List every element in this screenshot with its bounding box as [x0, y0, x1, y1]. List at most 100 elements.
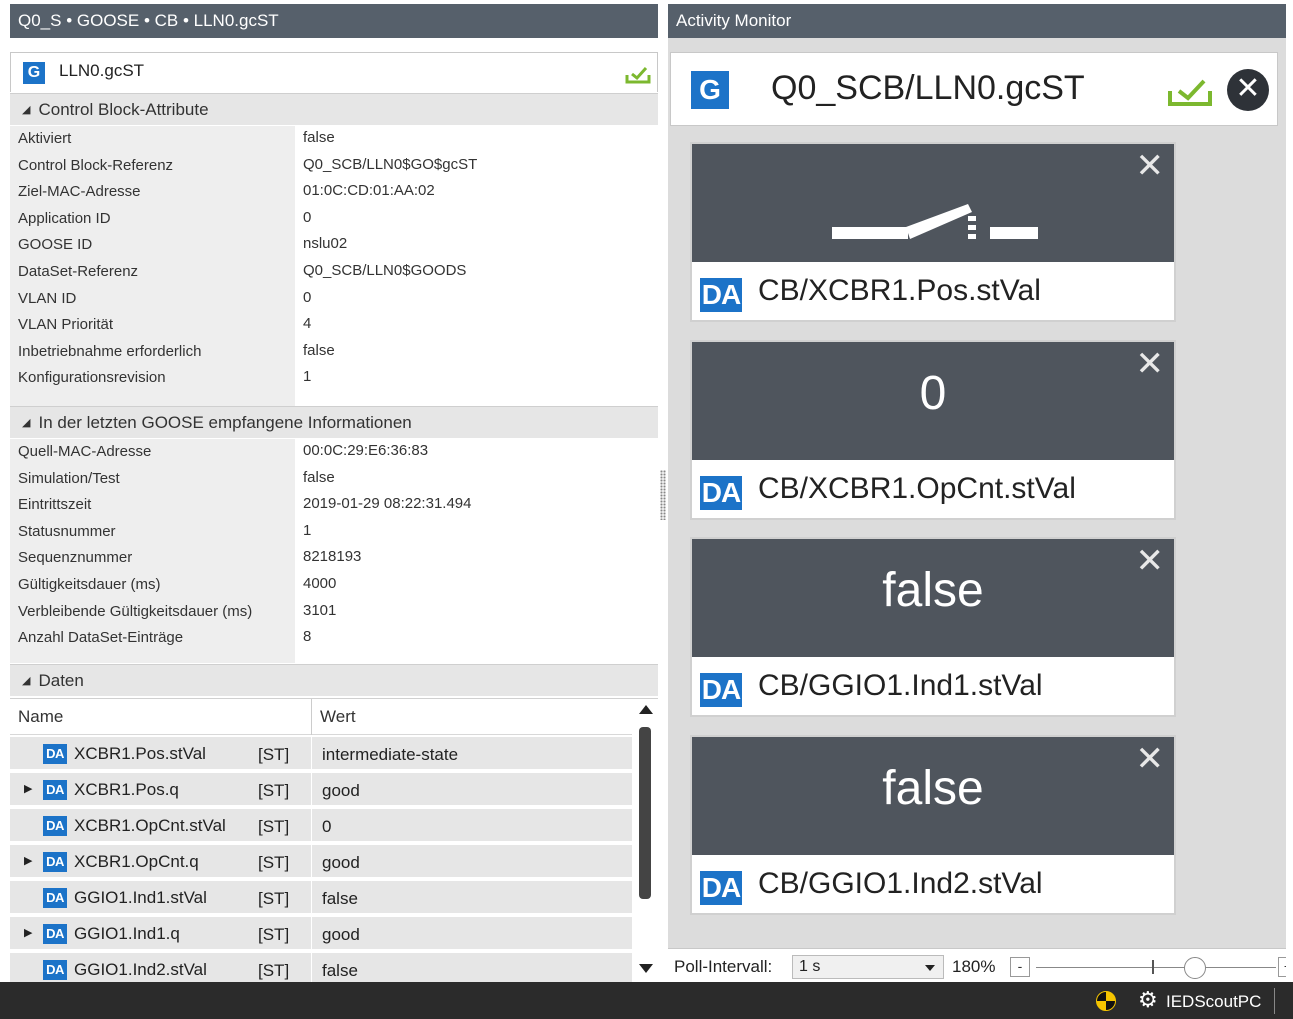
scroll-up-arrow-icon[interactable] — [639, 705, 653, 714]
data-attribute-badge-icon: DA — [43, 780, 67, 800]
data-attribute-value: 0 — [322, 817, 332, 836]
monitor-tile[interactable]: ✕ 0 DA CB/XCBR1.OpCnt.stVal — [690, 339, 1176, 520]
expand-triangle-icon[interactable]: ▶ — [24, 782, 32, 795]
expand-triangle-icon[interactable]: ▶ — [24, 854, 32, 867]
zoom-out-button[interactable]: - — [1010, 957, 1030, 977]
property-key: DataSet-Referenz — [18, 262, 139, 280]
property-row[interactable]: Eintrittszeit 2019-01-29 08:22:31.494 — [10, 492, 658, 519]
tile-label: CB/GGIO1.Ind1.stVal — [758, 669, 1043, 702]
grid-header: Name Wert — [10, 699, 632, 735]
table-row[interactable]: DA XCBR1.OpCnt.stVal [ST] 0 — [10, 809, 632, 843]
computer-name[interactable]: IEDScoutPC — [1166, 992, 1261, 1012]
table-row[interactable]: ▶ DA XCBR1.OpCnt.q [ST] good — [10, 845, 632, 879]
property-row[interactable]: VLAN Priorität 4 — [10, 312, 658, 339]
property-key: Simulation/Test — [18, 469, 120, 487]
property-row[interactable]: GOOSE ID nslu02 — [10, 232, 658, 259]
status-bar: ⚙ IEDScoutPC — [0, 982, 1293, 1019]
property-key: Inbetriebnahme erforderlich — [18, 342, 202, 360]
collapse-triangle-icon[interactable]: ◢ — [22, 104, 30, 116]
property-key: Sequenznummer — [18, 549, 133, 567]
data-grid: Name Wert DA XCBR1.Pos.stVal [ST] intermedi… — [10, 698, 658, 982]
poll-interval-value: 1 s — [799, 958, 821, 975]
property-row[interactable]: Verbleibende Gültigkeitsdauer (ms) 3101 — [10, 599, 658, 626]
tile-label: CB/XCBR1.OpCnt.stVal — [758, 471, 1076, 505]
data-attribute-value: good — [322, 853, 360, 872]
property-row[interactable]: VLAN ID 0 — [10, 286, 658, 313]
property-row[interactable]: Application ID 0 — [10, 206, 658, 233]
data-attribute-name: GGIO1.Ind1.stVal — [74, 888, 207, 907]
download-check-icon[interactable] — [1167, 77, 1213, 107]
property-row[interactable]: Control Block-Referenz Q0_SCB/LLN0$GO$gcS… — [10, 153, 658, 180]
column-header-value[interactable]: Wert — [320, 707, 356, 727]
monitor-tile[interactable]: ✕ false DA CB/GGIO1.Ind2.stVal — [690, 734, 1176, 915]
property-row[interactable]: Konfigurationsrevision 1 — [10, 365, 658, 392]
property-row[interactable]: Inbetriebnahme erforderlich false — [10, 339, 658, 366]
property-value: false — [303, 341, 335, 359]
expand-triangle-icon[interactable]: ▶ — [24, 926, 32, 939]
property-value: 1 — [303, 368, 312, 386]
collapse-triangle-icon[interactable]: ◢ — [22, 675, 30, 687]
tile-value: false — [882, 564, 984, 617]
zoom-in-button[interactable]: + — [1278, 957, 1286, 977]
property-row[interactable]: Sequenznummer 8218193 — [10, 545, 658, 572]
panel-title-breadcrumb: Q0_S • GOOSE • CB • LLN0.gcST — [10, 4, 658, 38]
panel-splitter-grip[interactable] — [660, 470, 666, 520]
property-row[interactable]: Ziel-MAC-Adresse 01:0C:CD:01:AA:02 — [10, 179, 658, 206]
tile-value: false — [882, 761, 984, 815]
collapse-triangle-icon[interactable]: ◢ — [22, 417, 30, 429]
grid-vertical-scrollbar[interactable] — [632, 699, 658, 982]
property-value: 2019-01-29 08:22:31.494 — [303, 495, 472, 513]
table-row[interactable]: ▶ DA GGIO1.Ind1.q [ST] good — [10, 917, 632, 951]
property-key: VLAN ID — [18, 289, 77, 307]
group-title: Control Block-Attribute — [38, 100, 209, 119]
property-row[interactable]: Gültigkeitsdauer (ms) 4000 — [10, 572, 658, 599]
data-attribute-value: good — [322, 925, 360, 944]
close-icon[interactable]: ✕ — [1136, 146, 1165, 186]
data-attribute-badge-icon: DA — [700, 870, 742, 905]
poll-interval-select[interactable]: 1 s — [792, 955, 944, 979]
goose-detail-panel: Q0_S • GOOSE • CB • LLN0.gcST G LLN0.gcS… — [10, 4, 658, 982]
data-attribute-badge-icon: DA — [43, 888, 67, 908]
gear-icon[interactable]: ⚙ — [1138, 987, 1158, 1013]
activity-monitor-footer: Poll-Intervall: 1 s 180% - + — [668, 948, 1286, 982]
monitor-tile[interactable]: ✕ DA CB/XCBR1.Pos.stVal — [690, 142, 1176, 322]
connection-status-icon[interactable] — [1096, 991, 1116, 1011]
property-value: 8218193 — [303, 548, 362, 566]
property-value: 8 — [303, 628, 312, 646]
table-row[interactable]: DA GGIO1.Ind2.stVal [ST] false — [10, 953, 632, 982]
table-row[interactable]: DA XCBR1.Pos.stVal [ST] intermediate-state — [10, 737, 632, 771]
property-row[interactable]: Statusnummer 1 — [10, 519, 658, 546]
scroll-thumb[interactable] — [639, 727, 651, 899]
property-row[interactable]: Anzahl DataSet-Einträge 8 — [10, 625, 658, 652]
property-row[interactable]: DataSet-Referenz Q0_SCB/LLN0$GOODS — [10, 259, 658, 286]
close-circle-icon[interactable]: ✕ — [1227, 69, 1269, 111]
property-key: Eintrittszeit — [18, 496, 92, 514]
table-row[interactable]: DA GGIO1.Ind1.stVal [ST] false — [10, 881, 632, 915]
data-attribute-name: GGIO1.Ind1.q — [74, 924, 180, 943]
group-header-control-block[interactable]: ◢ Control Block-Attribute — [10, 93, 658, 125]
property-row[interactable]: Aktiviert false — [10, 126, 658, 153]
download-check-icon[interactable] — [625, 65, 651, 85]
tile-value-area: ✕ — [692, 144, 1174, 262]
property-value: 1 — [303, 521, 312, 539]
column-header-name[interactable]: Name — [18, 707, 63, 727]
property-key: Ziel-MAC-Adresse — [18, 183, 141, 201]
table-row[interactable]: ▶ DA XCBR1.Pos.q [ST] good — [10, 773, 632, 807]
property-value: false — [303, 468, 335, 486]
zoom-slider-knob[interactable] — [1184, 957, 1206, 979]
data-attribute-fc: [ST] — [258, 853, 290, 872]
monitor-tile[interactable]: ✕ false DA CB/GGIO1.Ind1.stVal — [690, 537, 1176, 717]
data-attribute-value: false — [322, 961, 358, 980]
property-key: Konfigurationsrevision — [18, 369, 166, 387]
group-header-last-goose[interactable]: ◢ In der letzten GOOSE empfangene Informa… — [10, 406, 658, 438]
chevron-down-icon[interactable] — [925, 965, 935, 971]
property-value: 4000 — [303, 574, 337, 592]
scroll-down-arrow-icon[interactable] — [639, 964, 653, 973]
data-attribute-badge-icon: DA — [43, 960, 67, 980]
zoom-slider-track[interactable] — [1036, 967, 1276, 968]
property-row[interactable]: Simulation/Test false — [10, 466, 658, 493]
property-key: Gültigkeitsdauer (ms) — [18, 575, 161, 593]
property-value: nslu02 — [303, 235, 348, 253]
property-row[interactable]: Quell-MAC-Adresse 00:0C:29:E6:36:83 — [10, 439, 658, 466]
group-header-daten[interactable]: ◢ Daten — [10, 664, 658, 696]
